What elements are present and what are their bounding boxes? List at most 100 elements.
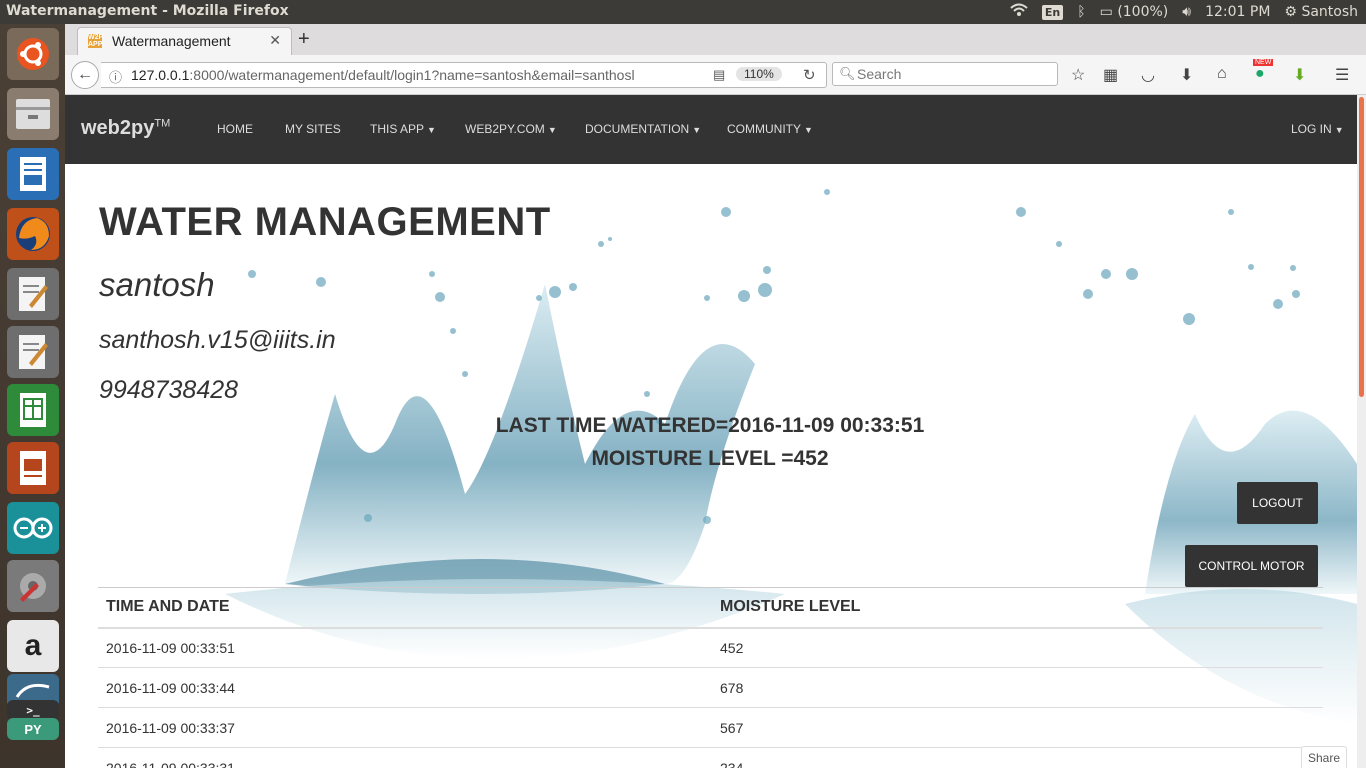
battery-indicator[interactable]: ▭ (100%) xyxy=(1100,4,1169,20)
table-row: 2016-11-09 00:33:37 567 xyxy=(98,707,1323,748)
web2py-brand[interactable]: web2pyTM xyxy=(81,117,170,140)
clock[interactable]: 12:01 PM xyxy=(1205,4,1270,20)
cell-moisture-level: 452 xyxy=(712,627,1323,668)
impress-icon[interactable] xyxy=(7,442,59,494)
navigation-toolbar: ← ⓘ 127.0.0.1:8000/watermanagement/defau… xyxy=(65,55,1366,95)
writer-icon[interactable] xyxy=(7,148,59,200)
table-row: 2016-11-09 00:33:51 452 xyxy=(98,627,1323,668)
amazon-icon[interactable]: a xyxy=(7,620,59,672)
brand-text: web2py xyxy=(81,117,155,139)
nav-my-sites[interactable]: MY SITES xyxy=(285,122,341,136)
cell-time-date: 2016-11-09 00:33:51 xyxy=(98,627,712,668)
moisture-history-table: TIME AND DATE MOISTURE LEVEL 2016-11-09 … xyxy=(98,587,1323,768)
nav-home[interactable]: HOME xyxy=(217,122,253,136)
window-title: Watermanagement - Mozilla Firefox xyxy=(6,3,289,19)
new-badge: NEW xyxy=(1253,59,1274,66)
bluetooth-icon[interactable]: ᛒ xyxy=(1077,4,1085,20)
url-host: 127.0.0.1 xyxy=(131,67,190,83)
ubuntu-dash-icon[interactable] xyxy=(7,28,59,80)
os-top-panel: Watermanagement - Mozilla Firefox En ᛒ ▭… xyxy=(0,0,1366,24)
nav-documentation[interactable]: DOCUMENTATION ▼ xyxy=(585,122,701,136)
bookmark-star-icon[interactable]: ☆ xyxy=(1071,65,1085,85)
moisture-level-status: MOISTURE LEVEL =452 xyxy=(591,447,829,470)
user-name: Santosh xyxy=(1301,4,1358,20)
cell-time-date: 2016-11-09 00:33:44 xyxy=(98,667,712,708)
reader-view-icon[interactable]: ▤ xyxy=(713,67,725,83)
tab-title: Watermanagement xyxy=(112,33,231,49)
search-bar[interactable]: 🔍︎ Search xyxy=(832,62,1058,86)
nav-login[interactable]: LOG IN ▼ xyxy=(1291,122,1344,136)
pocket-icon[interactable]: ◡ xyxy=(1141,65,1155,85)
nav-community[interactable]: COMMUNITY ▼ xyxy=(727,122,813,136)
arduino-icon[interactable] xyxy=(7,502,59,554)
reload-icon[interactable]: ↻ xyxy=(803,66,816,84)
web-page: web2pyTM HOME MY SITES THIS APP ▼ WEB2PY.… xyxy=(65,95,1357,768)
caret-down-icon: ▼ xyxy=(547,125,557,135)
search-placeholder: Search xyxy=(857,66,902,82)
user-phone: 9948738428 xyxy=(99,376,239,404)
brand-trademark: TM xyxy=(154,117,171,130)
keyboard-indicator[interactable]: En xyxy=(1041,4,1064,20)
column-header-time-date: TIME AND DATE xyxy=(98,587,712,629)
control-motor-button[interactable]: CONTROL MOTOR xyxy=(1185,545,1318,587)
calc-icon[interactable] xyxy=(7,384,59,436)
new-tab-button[interactable]: + xyxy=(298,28,310,51)
url-text[interactable]: 127.0.0.1:8000/watermanagement/default/l… xyxy=(131,67,693,83)
last-watered-status: LAST TIME WATERED=2016-11-09 00:33:51 xyxy=(495,414,925,437)
download-helper-icon[interactable]: ⬇ xyxy=(1293,65,1306,85)
amazon-logo: a xyxy=(24,629,42,662)
site-navbar: web2pyTM HOME MY SITES THIS APP ▼ WEB2PY.… xyxy=(65,95,1357,164)
python-label: PY xyxy=(24,721,42,737)
text-editor-icon[interactable] xyxy=(7,268,59,320)
text-editor-2-icon[interactable] xyxy=(7,326,59,378)
cell-time-date: 2016-11-09 00:33:31 xyxy=(98,747,712,768)
url-bar[interactable]: ⓘ 127.0.0.1:8000/watermanagement/default… xyxy=(101,62,827,88)
files-icon[interactable] xyxy=(7,88,59,140)
menu-icon[interactable]: ☰ xyxy=(1335,65,1349,85)
search-icon: 🔍︎ xyxy=(839,66,856,81)
main-content: WATER MANAGEMENT santosh santhosh.v15@ii… xyxy=(65,164,1357,768)
site-info-icon[interactable]: ⓘ xyxy=(109,67,122,86)
reading-list-icon[interactable]: ▦ xyxy=(1103,65,1118,85)
table-row: 2016-11-09 00:33:44 678 xyxy=(98,667,1323,708)
wifi-icon[interactable] xyxy=(1010,3,1028,21)
python-icon[interactable]: PY xyxy=(7,718,59,740)
url-path: :8000/watermanagement/default/login1?nam… xyxy=(189,67,635,83)
scrollbar-thumb[interactable] xyxy=(1359,97,1364,397)
nav-web2py-com[interactable]: WEB2PY.COM ▼ xyxy=(465,122,557,136)
web2py-favicon: W2P APP xyxy=(88,34,104,48)
user-menu[interactable]: ⚙ Santosh xyxy=(1284,4,1358,20)
caret-down-icon: ▼ xyxy=(804,125,813,135)
column-header-moisture-level: MOISTURE LEVEL xyxy=(712,587,1323,629)
battery-icon: ▭ xyxy=(1099,4,1113,20)
nav-web2py-com-label: WEB2PY.COM xyxy=(465,122,545,136)
battery-percent: (100%) xyxy=(1117,4,1169,20)
system-settings-icon[interactable] xyxy=(7,560,59,612)
page-scrollbar[interactable] xyxy=(1357,95,1366,768)
nav-community-label: COMMUNITY xyxy=(727,122,801,136)
grammarly-icon[interactable]: ● NEW xyxy=(1253,59,1274,83)
table-header-row: TIME AND DATE MOISTURE LEVEL xyxy=(98,587,1323,629)
tab-watermanagement[interactable]: W2P APP Watermanagement ✕ xyxy=(77,27,292,55)
close-tab-icon[interactable]: ✕ xyxy=(269,32,281,49)
zoom-indicator[interactable]: 110% xyxy=(736,67,782,81)
page-title: WATER MANAGEMENT xyxy=(99,200,551,244)
nav-this-app[interactable]: THIS APP ▼ xyxy=(370,122,436,136)
caret-down-icon: ▼ xyxy=(427,125,436,135)
terminal-prompt: >_ xyxy=(26,703,40,717)
user-email: santhosh.v15@iiits.in xyxy=(99,326,336,354)
share-button[interactable]: Share xyxy=(1301,746,1347,768)
terminal-icon[interactable]: >_ xyxy=(7,700,59,720)
firefox-icon[interactable] xyxy=(7,208,59,260)
back-button[interactable]: ← xyxy=(71,61,99,89)
caret-down-icon: ▼ xyxy=(1334,125,1344,135)
cell-moisture-level: 234 xyxy=(712,747,1323,768)
nav-login-label: LOG IN xyxy=(1291,122,1332,136)
logout-button[interactable]: LOGOUT xyxy=(1237,482,1318,524)
volume-icon[interactable]: 🔊︎ xyxy=(1182,4,1191,20)
system-tray: En ᛒ ▭ (100%) 🔊︎ 12:01 PM ⚙ Santosh xyxy=(1010,3,1358,21)
home-icon[interactable]: ⌂ xyxy=(1217,65,1227,83)
download-icon[interactable]: ⬇ xyxy=(1180,65,1193,85)
nav-this-app-label: THIS APP xyxy=(370,122,425,136)
cell-moisture-level: 567 xyxy=(712,707,1323,748)
